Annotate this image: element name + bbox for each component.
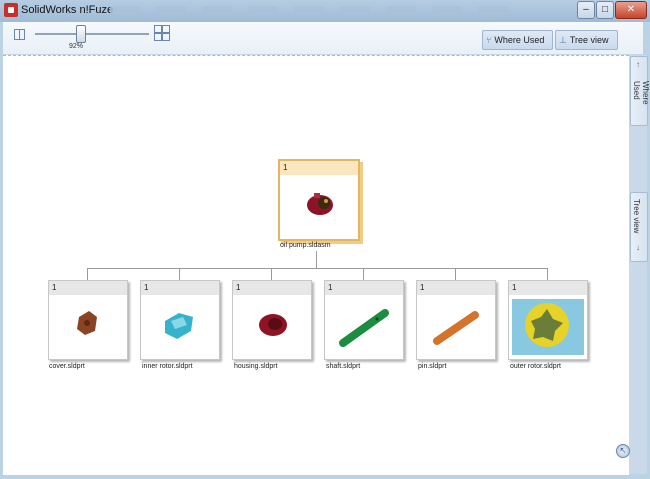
tree-view-label: Tree view (569, 34, 609, 45)
where-used-side-tab[interactable]: ↑ Where Used (630, 56, 650, 126)
node-label: outer rotor.sldprt (510, 363, 561, 370)
node-quantity: 1 (141, 281, 219, 295)
cover-thumbnail (77, 311, 97, 335)
node-card-pin[interactable]: 1 (416, 280, 496, 360)
minimize-button[interactable]: – (577, 1, 595, 19)
zoom-out-icon[interactable] (14, 29, 25, 40)
node-quantity: 1 (49, 281, 127, 295)
title-bar: SolidWorks n!Fuze – □ ✕ (0, 0, 650, 22)
tree-view-button[interactable]: ⊥ Tree view (555, 30, 618, 50)
node-card-shaft[interactable]: 1 (324, 280, 404, 360)
connector-line (87, 268, 88, 280)
housing-thumbnail (259, 314, 287, 336)
node-card-housing[interactable]: 1 (232, 280, 312, 360)
node-label: pin.sldprt (418, 363, 447, 370)
back-arrow-icon[interactable]: ↖ (616, 444, 630, 458)
tree-canvas[interactable]: 1 oil pump.sldasm 1 cover.sldprt 1 inner… (3, 55, 629, 475)
connector-line (316, 251, 317, 268)
node-card-root[interactable]: 1 (278, 159, 360, 241)
node-card-cover[interactable]: 1 (48, 280, 128, 360)
node-quantity: 1 (417, 281, 495, 295)
close-button[interactable]: ✕ (615, 1, 647, 19)
zoom-level: 92% (69, 43, 84, 50)
toolbar: 92% ⑂ Where Used ⊥ Tree view (3, 22, 643, 55)
node-quantity: 1 (325, 281, 403, 295)
connector-line (547, 268, 548, 280)
node-card-outer-rotor[interactable]: 1 (508, 280, 588, 360)
where-used-icon: ⑂ (486, 34, 492, 45)
arrow-up-icon: ↑ (636, 60, 640, 69)
zoom-slider-track[interactable] (35, 33, 149, 35)
tree-view-icon: ⊥ (559, 34, 567, 45)
app-logo-icon (4, 3, 18, 17)
node-label: housing.sldprt (234, 363, 278, 370)
connector-line (455, 268, 456, 280)
connector-line (271, 268, 272, 280)
connector-line (363, 268, 364, 280)
node-label-root: oil pump.sldasm (280, 242, 331, 249)
node-label: inner rotor.sldprt (142, 363, 193, 370)
outer-rotor-thumbnail (512, 299, 584, 355)
oil-pump-thumbnail (307, 193, 333, 215)
background-window-tabs (110, 6, 508, 14)
node-quantity: 1 (233, 281, 311, 295)
where-used-side-label: Where Used (632, 81, 650, 105)
node-card-inner-rotor[interactable]: 1 (140, 280, 220, 360)
window-title: SolidWorks n!Fuze (21, 4, 114, 16)
node-label: shaft.sldprt (326, 363, 361, 370)
zoom-in-icon[interactable] (154, 25, 170, 41)
where-used-button[interactable]: ⑂ Where Used (482, 30, 553, 50)
node-quantity: 1 (280, 161, 358, 175)
arrow-down-icon: ↓ (636, 243, 640, 252)
tree-view-side-label: Tree view (632, 199, 641, 234)
shaft-thumbnail (339, 309, 389, 347)
node-label: cover.sldprt (49, 363, 85, 370)
connector-line (179, 268, 180, 280)
zoom-slider-thumb[interactable] (76, 25, 86, 43)
inner-rotor-thumbnail (165, 313, 193, 339)
maximize-button[interactable]: □ (596, 1, 614, 19)
connector-line (87, 268, 547, 269)
tree-view-side-tab[interactable]: Tree view ↓ (630, 192, 648, 262)
pin-thumbnail (433, 311, 479, 345)
node-quantity: 1 (509, 281, 587, 295)
where-used-label: Where Used (494, 34, 545, 45)
